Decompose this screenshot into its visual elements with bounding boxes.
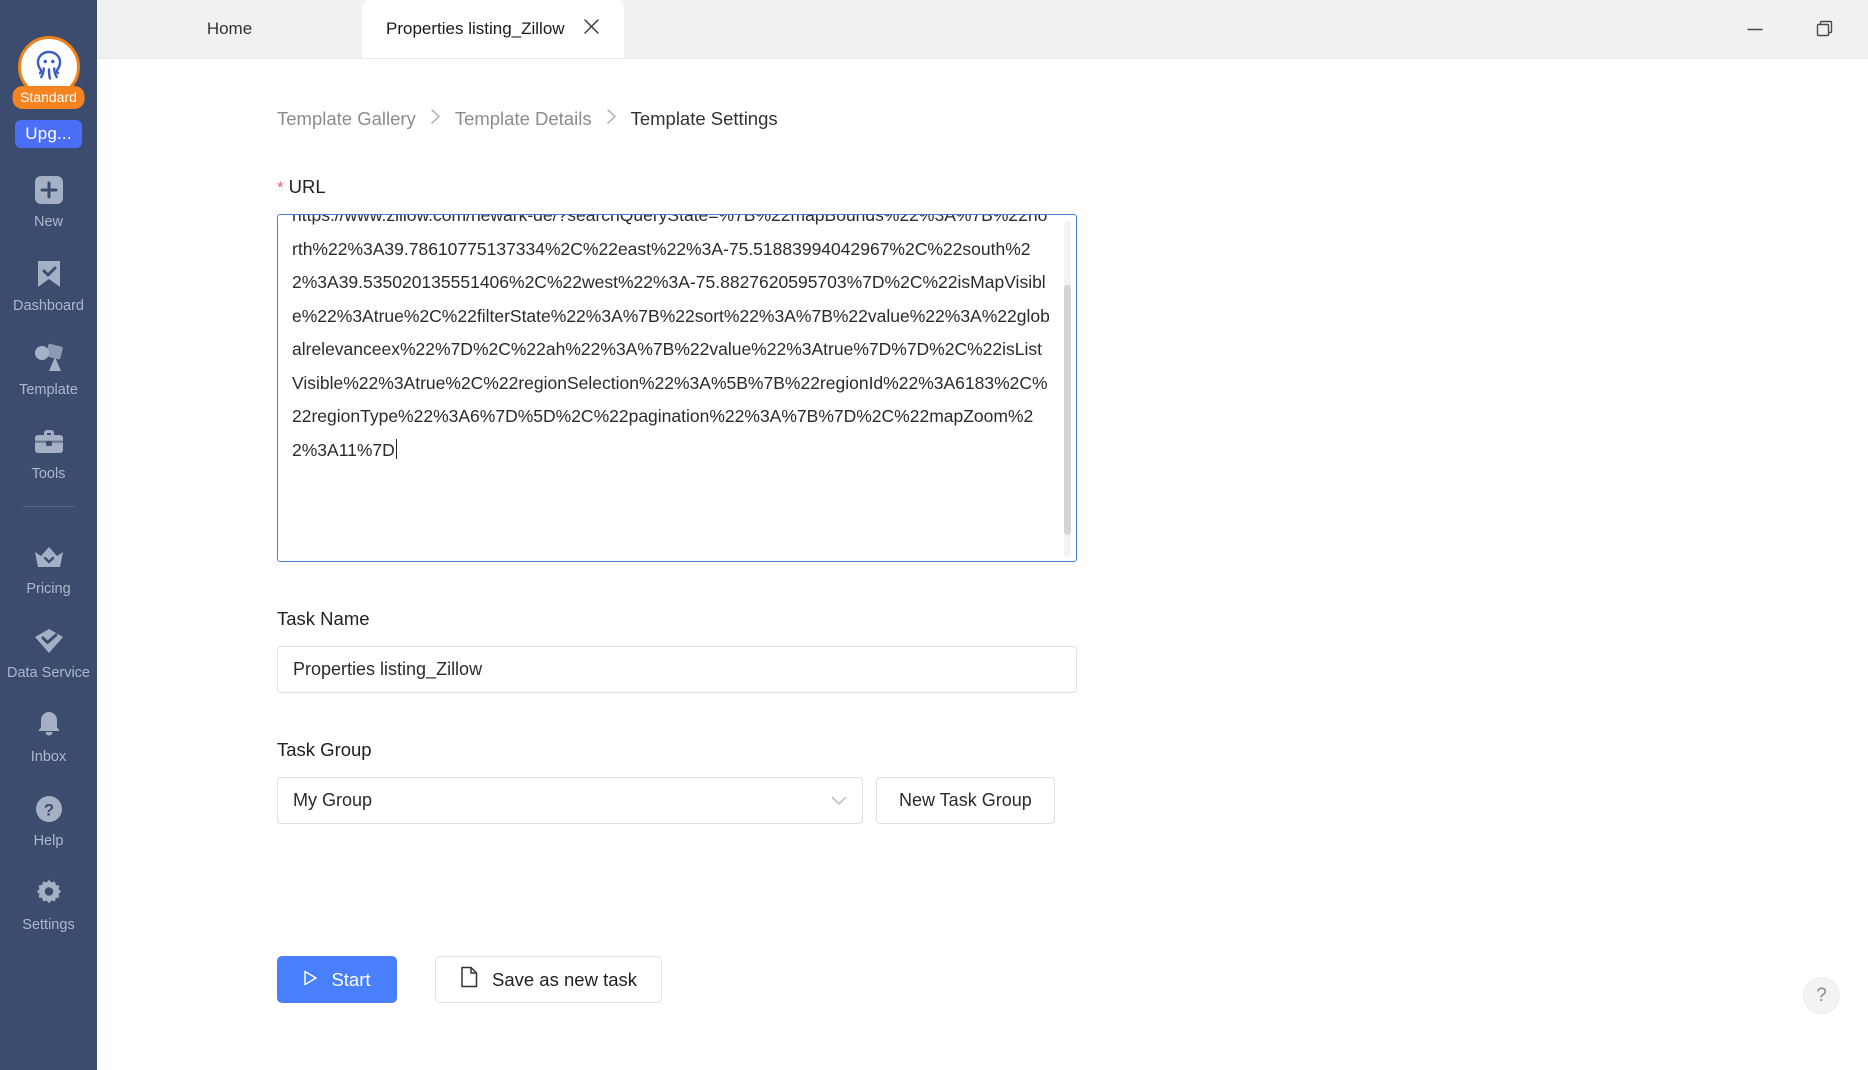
task-group-value: My Group bbox=[293, 790, 373, 810]
main-area: Home Properties listing_Zillow Template … bbox=[97, 0, 1868, 1070]
sidebar-divider bbox=[22, 506, 75, 507]
sidebar-item-new[interactable]: New bbox=[0, 172, 97, 230]
task-name-input[interactable]: Properties listing_Zillow bbox=[277, 646, 1077, 693]
crown-icon bbox=[31, 539, 67, 575]
breadcrumb-item-template-details[interactable]: Template Details bbox=[455, 108, 592, 130]
task-group-select[interactable]: My Group bbox=[277, 777, 863, 824]
chevron-right-icon bbox=[606, 108, 617, 130]
start-button-label: Start bbox=[331, 968, 371, 990]
help-fab-button[interactable]: ? bbox=[1803, 977, 1840, 1014]
sidebar-item-pricing[interactable]: Pricing bbox=[0, 539, 97, 597]
window-controls bbox=[1740, 0, 1868, 58]
question-mark-icon: ? bbox=[1816, 984, 1827, 1006]
sidebar-item-label: Settings bbox=[22, 917, 75, 933]
gear-icon bbox=[31, 875, 67, 911]
briefcase-icon bbox=[31, 424, 67, 460]
breadcrumb-item-template-gallery[interactable]: Template Gallery bbox=[277, 108, 416, 130]
task-name-label-text: Task Name bbox=[277, 608, 370, 629]
save-as-new-task-label: Save as new task bbox=[492, 968, 637, 990]
template-icon bbox=[31, 340, 67, 376]
chevron-down-icon bbox=[831, 793, 847, 809]
task-name-field-label: Task Name bbox=[277, 608, 1868, 630]
plus-icon bbox=[31, 172, 67, 208]
minimize-icon[interactable] bbox=[1740, 14, 1770, 44]
restore-icon[interactable] bbox=[1810, 14, 1840, 44]
sidebar-item-settings[interactable]: Settings bbox=[0, 875, 97, 933]
close-icon[interactable] bbox=[583, 18, 600, 39]
tab-bar: Home Properties listing_Zillow bbox=[97, 0, 1868, 59]
sidebar-item-label: Dashboard bbox=[13, 298, 84, 314]
url-field-label: * URL bbox=[277, 176, 1868, 198]
url-input-value-wrapper: https://www.zillow.com/newark-de/?search… bbox=[292, 214, 1050, 467]
chevron-right-icon bbox=[430, 108, 441, 130]
sidebar-item-label: Data Service bbox=[6, 665, 90, 681]
sidebar-item-data-service[interactable]: Data Service bbox=[0, 623, 97, 681]
plan-badge: Standard bbox=[12, 86, 85, 109]
tab-label: Properties listing_Zillow bbox=[386, 18, 565, 38]
tab-home[interactable]: Home bbox=[97, 0, 362, 58]
bell-icon bbox=[31, 707, 67, 743]
tab-properties-listing-zillow[interactable]: Properties listing_Zillow bbox=[362, 0, 624, 58]
task-name-value: Properties listing_Zillow bbox=[293, 659, 483, 679]
url-scrollbar-thumb[interactable] bbox=[1064, 285, 1071, 535]
upgrade-button[interactable]: Upg... bbox=[15, 120, 82, 148]
sidebar-item-label: Template bbox=[19, 382, 78, 398]
file-icon bbox=[460, 966, 478, 993]
sidebar-item-label: New bbox=[33, 214, 63, 230]
url-input[interactable]: https://www.zillow.com/newark-de/?search… bbox=[277, 214, 1077, 562]
url-input-value: https://www.zillow.com/newark-de/?search… bbox=[292, 214, 1050, 460]
sidebar-item-label: Tools bbox=[31, 466, 66, 482]
new-task-group-button[interactable]: New Task Group bbox=[876, 777, 1055, 824]
template-settings-form: * URL https://www.zillow.com/newark-de/?… bbox=[97, 176, 1868, 1003]
sidebar-item-template[interactable]: Template bbox=[0, 340, 97, 398]
sidebar-item-label: Help bbox=[33, 833, 64, 849]
task-group-row: My Group New Task Group bbox=[277, 777, 1868, 824]
sidebar-item-dashboard[interactable]: Dashboard bbox=[0, 256, 97, 314]
content-panel: Template Gallery Template Details Templa… bbox=[97, 59, 1868, 1070]
question-circle-icon: ? bbox=[31, 791, 67, 827]
required-marker: * bbox=[277, 177, 284, 197]
sidebar-item-label: Inbox bbox=[30, 749, 67, 765]
diamond-check-icon bbox=[31, 623, 67, 659]
svg-text:?: ? bbox=[43, 801, 53, 820]
app-window: Standard Upg... New Dashboard Template T… bbox=[0, 0, 1868, 1070]
task-group-field-label: Task Group bbox=[277, 739, 1868, 761]
bookmark-check-icon bbox=[31, 256, 67, 292]
sidebar-item-help[interactable]: ? Help bbox=[0, 791, 97, 849]
sidebar-item-tools[interactable]: Tools bbox=[0, 424, 97, 482]
breadcrumb-item-template-settings: Template Settings bbox=[630, 108, 778, 129]
form-actions: Start Save as new task bbox=[277, 956, 1868, 1003]
text-caret bbox=[395, 438, 397, 459]
url-label-text: URL bbox=[288, 176, 326, 197]
start-button[interactable]: Start bbox=[277, 956, 397, 1003]
play-triangle-icon bbox=[303, 969, 318, 991]
sidebar-item-label: Pricing bbox=[26, 581, 71, 597]
tab-label: Home bbox=[206, 18, 253, 38]
avatar[interactable]: Standard bbox=[12, 34, 85, 109]
breadcrumb: Template Gallery Template Details Templa… bbox=[97, 59, 1868, 130]
sidebar-item-inbox[interactable]: Inbox bbox=[0, 707, 97, 765]
left-sidebar: Standard Upg... New Dashboard Template T… bbox=[0, 0, 97, 1070]
task-group-label-text: Task Group bbox=[277, 739, 372, 760]
save-as-new-task-button[interactable]: Save as new task bbox=[435, 956, 662, 1003]
